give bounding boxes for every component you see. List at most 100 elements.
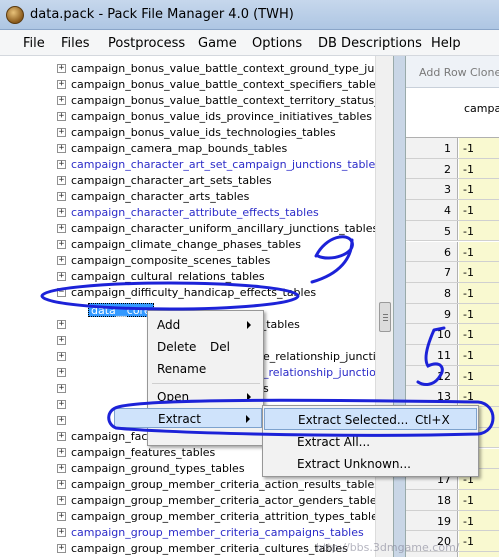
table-cell[interactable]: -1 [459, 489, 499, 510]
expand-icon[interactable]: + [57, 208, 66, 217]
table-cell[interactable]: -1 [459, 303, 499, 324]
expand-icon[interactable]: + [57, 544, 66, 553]
row-number[interactable]: 11 [406, 345, 458, 365]
table-cell[interactable]: -1 [459, 220, 499, 241]
row-number[interactable]: 13 [406, 386, 458, 407]
table-cell[interactable]: -1 [459, 324, 499, 344]
table-row[interactable]: 3 -1 [406, 179, 499, 201]
tree-item[interactable]: + campaign_bonus_value_battle_context_gro… [0, 61, 393, 77]
tree-item[interactable]: + campaign_character_arts_tables [0, 189, 393, 205]
menu-delete[interactable]: Delete Del [148, 336, 265, 358]
table-cell[interactable]: -1 [459, 200, 499, 220]
tree-item[interactable]: + campaign_group_member_criteria_actor_ge… [0, 493, 393, 509]
table-row[interactable]: 19 -1 [406, 510, 499, 532]
tree-scrollbar[interactable] [375, 56, 393, 557]
menu-rename[interactable]: Rename [148, 358, 265, 380]
row-number[interactable]: 9 [406, 303, 458, 324]
expand-icon[interactable]: + [57, 176, 66, 185]
table-cell[interactable]: -1 [459, 158, 499, 179]
table-row[interactable]: 4 -1 [406, 200, 499, 221]
expand-icon[interactable]: + [57, 384, 66, 393]
tree-item[interactable]: + campaign_composite_scenes_tables [0, 253, 393, 269]
expand-icon[interactable]: + [57, 224, 66, 233]
row-number[interactable]: 6 [406, 241, 458, 262]
table-row[interactable]: 18 -1 [406, 489, 499, 511]
expand-icon[interactable]: + [57, 96, 66, 105]
expand-icon[interactable]: + [57, 112, 66, 121]
expand-icon[interactable]: + [57, 240, 66, 249]
table-row[interactable]: 6 -1 [406, 241, 499, 263]
collapse-icon[interactable]: − [57, 288, 66, 297]
menu-add[interactable]: Add [148, 314, 265, 336]
expand-icon[interactable]: + [57, 336, 66, 345]
tree-item[interactable]: + campaign_bonus_value_ids_technologies_t… [0, 125, 393, 141]
table-row[interactable]: 5 -1 [406, 220, 499, 242]
extract-selected-item[interactable]: Extract Selected... Ctl+X [264, 408, 477, 430]
tree-item[interactable]: + campaign_group_member_criteria_attritio… [0, 509, 393, 525]
tree-item[interactable]: + campaign_bonus_value_battle_context_ter… [0, 93, 393, 109]
row-number[interactable]: 8 [406, 282, 458, 303]
menu-extract[interactable]: Extract [114, 408, 262, 428]
table-cell[interactable]: -1 [459, 241, 499, 262]
table-row[interactable]: 1 -1 [406, 138, 499, 159]
table-cell[interactable]: -1 [459, 510, 499, 531]
tree-item[interactable]: + campaign_group_member_criteria_action_r… [0, 477, 393, 493]
expand-icon[interactable]: + [57, 528, 66, 537]
menu-open[interactable]: Open [148, 386, 265, 408]
table-row[interactable]: 2 -1 [406, 158, 499, 180]
add-row-button[interactable]: Add Row [419, 66, 467, 79]
row-number[interactable]: 5 [406, 220, 458, 241]
menu-game[interactable]: Game [198, 36, 237, 51]
tree-item[interactable]: + campaign_group_member_criteria_campaign… [0, 525, 393, 541]
expand-icon[interactable]: + [57, 464, 66, 473]
table-cell[interactable]: -1 [459, 345, 499, 365]
table-row[interactable]: 13 -1 [406, 386, 499, 408]
table-row[interactable]: 7 -1 [406, 262, 499, 283]
expand-icon[interactable]: + [57, 160, 66, 169]
table-row[interactable]: 10 -1 [406, 324, 499, 345]
table-row[interactable]: 12 -1 [406, 365, 499, 387]
tree-item[interactable]: + campaign_character_art_sets_tables [0, 173, 393, 189]
row-number[interactable]: 7 [406, 262, 458, 282]
expand-icon[interactable]: + [57, 400, 66, 409]
expand-icon[interactable]: + [57, 192, 66, 201]
expand-icon[interactable]: + [57, 448, 66, 457]
expand-icon[interactable]: + [57, 496, 66, 505]
table-cell[interactable]: -1 [459, 386, 499, 407]
pack-file-tree[interactable]: + campaign_bonus_value_battle_context_gro… [0, 56, 394, 557]
table-cell[interactable]: -1 [459, 282, 499, 303]
menu-postprocess[interactable]: Postprocess [108, 36, 185, 51]
table-cell[interactable]: -1 [459, 138, 499, 158]
row-number[interactable]: 12 [406, 365, 458, 386]
tree-item[interactable]: + campaign_bonus_value_battle_context_spe… [0, 77, 393, 93]
tree-item[interactable]: + campaign_character_attribute_effects_ta… [0, 205, 393, 221]
expand-icon[interactable]: + [57, 256, 66, 265]
table-row[interactable]: 11 -1 [406, 345, 499, 366]
expand-icon[interactable]: + [57, 128, 66, 137]
expand-icon[interactable]: + [57, 512, 66, 521]
table-cell[interactable]: -1 [459, 531, 499, 551]
extract-all-item[interactable]: Extract All... [264, 431, 477, 453]
table-cell[interactable]: -1 [459, 262, 499, 282]
expand-icon[interactable]: + [57, 368, 66, 377]
table-row[interactable]: 9 -1 [406, 303, 499, 325]
row-number[interactable]: 4 [406, 200, 458, 220]
table-cell[interactable]: -1 [459, 365, 499, 386]
table-cell[interactable]: -1 [459, 552, 499, 557]
clone-button[interactable]: Clone [470, 66, 499, 79]
expand-icon[interactable]: + [57, 480, 66, 489]
column-header[interactable]: campai [406, 88, 499, 138]
menu-files[interactable]: Files [61, 36, 90, 51]
expand-icon[interactable]: + [57, 144, 66, 153]
row-number[interactable]: 2 [406, 158, 458, 179]
expand-icon[interactable]: + [57, 352, 66, 361]
table-row[interactable]: 8 -1 [406, 282, 499, 304]
menu-file[interactable]: File [23, 36, 45, 51]
tree-item[interactable]: + campaign_cultural_relations_tables [0, 269, 393, 285]
row-number[interactable]: 18 [406, 489, 458, 510]
tree-item[interactable]: + campaign_climate_change_phases_tables [0, 237, 393, 253]
expand-icon[interactable]: + [57, 272, 66, 281]
tree-item[interactable]: + campaign_character_art_set_campaign_jun… [0, 157, 393, 173]
tree-item[interactable]: + campaign_bonus_value_ids_province_initi… [0, 109, 393, 125]
menu-db-descriptions[interactable]: DB Descriptions [318, 36, 422, 51]
